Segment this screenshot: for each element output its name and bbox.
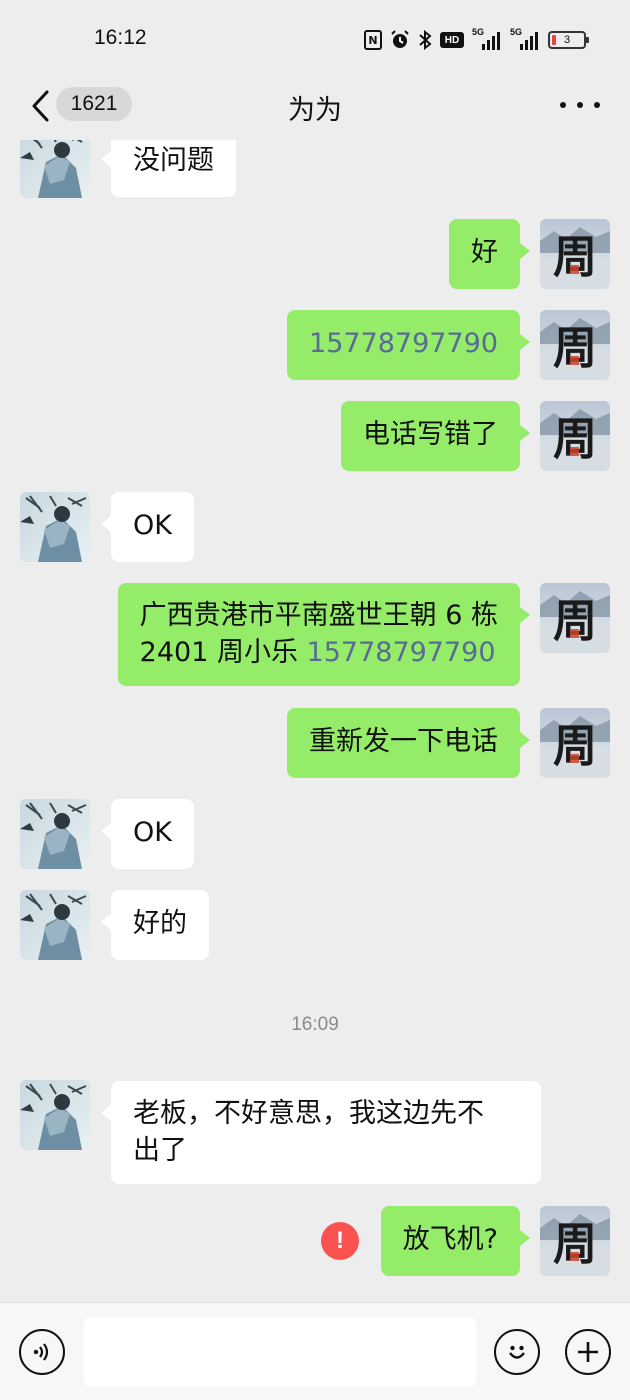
message-line: 老板，不好意思，我这边先不 (133, 1098, 484, 1129)
plus-icon (578, 1342, 598, 1362)
send-failed-error-icon[interactable]: ! (321, 1222, 359, 1260)
plus-button[interactable] (565, 1329, 611, 1375)
message-bubble[interactable]: 好 (449, 219, 530, 289)
signal-icon-2: 5G (510, 27, 540, 52)
my-avatar[interactable] (540, 1206, 610, 1276)
chat-title: 为为 (288, 95, 342, 126)
message-line-2: 出了 (133, 1135, 187, 1166)
message-bubble[interactable]: OK (101, 799, 194, 869)
emoji-icon (509, 1345, 525, 1359)
message-bubble[interactable]: 电话写错了 (341, 401, 530, 471)
status-time: 16:12 (94, 26, 147, 49)
phone-number-link[interactable]: 15778797790 (287, 310, 530, 380)
my-avatar[interactable] (540, 310, 610, 380)
alarm-icon (390, 28, 410, 52)
my-avatar[interactable] (540, 219, 610, 289)
phone-number-link[interactable]: 15778797790 (307, 637, 496, 668)
more-icon (560, 102, 566, 108)
status-icons: N HD 5G 5G 3 (364, 26, 589, 54)
address-message-bubble[interactable]: 广西贵港市平南盛世王朝 6 栋 2401 周小乐 15778797790 (117, 583, 531, 686)
message-bubble[interactable]: 没问题 (101, 140, 236, 197)
status-bar: 16:12 N HD 5G 5G 3 (0, 0, 630, 78)
message-bubble[interactable]: 重新发一下电话 (287, 708, 530, 778)
message-bubble[interactable]: 老板，不好意思，我这边先不 出了 (101, 1081, 541, 1184)
recipient-text: 2401 周小乐 (139, 637, 307, 668)
message-bubble[interactable]: 放飞机? (380, 1206, 531, 1276)
voice-button[interactable] (19, 1329, 65, 1375)
address-line-2: 2401 周小乐 15778797790 (140, 634, 498, 671)
emoji-button[interactable] (494, 1329, 540, 1375)
my-avatar[interactable] (540, 401, 610, 471)
nfc-icon: N (364, 30, 382, 50)
contact-avatar[interactable] (20, 1080, 90, 1150)
time-separator: 16:09 (291, 1014, 339, 1035)
contact-avatar[interactable] (20, 492, 90, 562)
signal-icon: 5G (472, 27, 502, 52)
battery-level: 3 (563, 34, 571, 46)
address-line: 广西贵港市平南盛世王朝 6 栋 (139, 600, 498, 631)
battery-icon: 3 (548, 31, 589, 49)
my-avatar[interactable] (540, 708, 610, 778)
message-list[interactable]: 没问题 好 15778797790 电话写错了 OK 广西贵港市平南盛世王朝 6… (0, 140, 630, 1300)
bluetooth-icon (418, 28, 432, 52)
message-input[interactable] (84, 1317, 476, 1387)
chat-header: 1621 为为 (0, 78, 630, 138)
contact-avatar[interactable] (20, 140, 90, 198)
message-bubble[interactable]: 好的 (101, 890, 209, 960)
message-bubble[interactable]: OK (101, 492, 194, 562)
my-avatar[interactable] (540, 583, 610, 653)
input-bar (0, 1302, 630, 1400)
hd-icon: HD (440, 32, 464, 48)
contact-avatar[interactable] (20, 890, 90, 960)
voice-icon (33, 1343, 49, 1361)
more-button[interactable] (560, 92, 600, 118)
contact-avatar[interactable] (20, 799, 90, 869)
